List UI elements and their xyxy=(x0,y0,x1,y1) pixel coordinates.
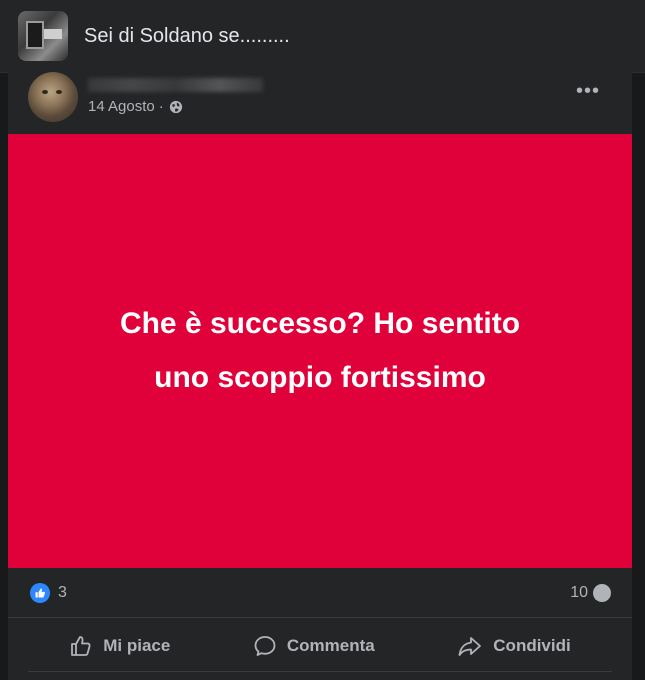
post-date[interactable]: 14 Agosto xyxy=(88,98,155,115)
group-name[interactable]: Sei di Soldano se......... xyxy=(84,25,290,48)
comment-button[interactable]: Commenta xyxy=(253,634,375,658)
author-avatar[interactable] xyxy=(28,72,78,122)
thumbs-up-icon xyxy=(71,635,91,656)
share-button-label: Condividi xyxy=(493,635,571,655)
like-button[interactable]: Mi piace xyxy=(69,634,170,658)
comment-button-label: Commenta xyxy=(286,635,375,655)
comment-bubble-icon xyxy=(593,583,611,602)
comments-summary[interactable]: 10 xyxy=(570,583,612,603)
group-header: Sei di Soldano se......... xyxy=(0,0,645,73)
like-button-label: Mi piace xyxy=(103,635,171,655)
post-content-line-2: uno scoppio fortissimo xyxy=(154,361,486,394)
post-content-line-1: Che è successo? Ho sentito xyxy=(119,307,521,340)
group-thumbnail[interactable] xyxy=(18,11,68,61)
comment-icon xyxy=(254,635,276,656)
more-options-icon[interactable]: ••• xyxy=(576,81,600,101)
author-name-redacted[interactable] xyxy=(88,78,263,92)
post-card: 14 Agosto · ••• Che è successo? Ho senti… xyxy=(8,72,632,680)
share-icon xyxy=(458,636,482,656)
post-actions: Mi piace Commenta Condividi xyxy=(28,620,612,672)
post-meta: 14 Agosto · xyxy=(88,98,183,115)
globe-icon xyxy=(169,100,182,113)
meta-separator: · xyxy=(158,98,164,115)
reaction-summary[interactable]: 3 xyxy=(8,582,67,603)
post-text-background[interactable]: Che è successo? Ho sentito uno scoppio f… xyxy=(8,134,632,568)
post-author-row: 14 Agosto · ••• xyxy=(8,72,632,134)
comments-count: 10 xyxy=(570,583,588,601)
share-button[interactable]: Condividi xyxy=(457,634,571,658)
reactions-count: 3 xyxy=(58,583,67,601)
post-content: Che è successo? Ho sentito uno scoppio f… xyxy=(60,297,580,405)
like-reaction-icon xyxy=(30,582,50,603)
reactions-row: 3 10 xyxy=(8,568,632,618)
